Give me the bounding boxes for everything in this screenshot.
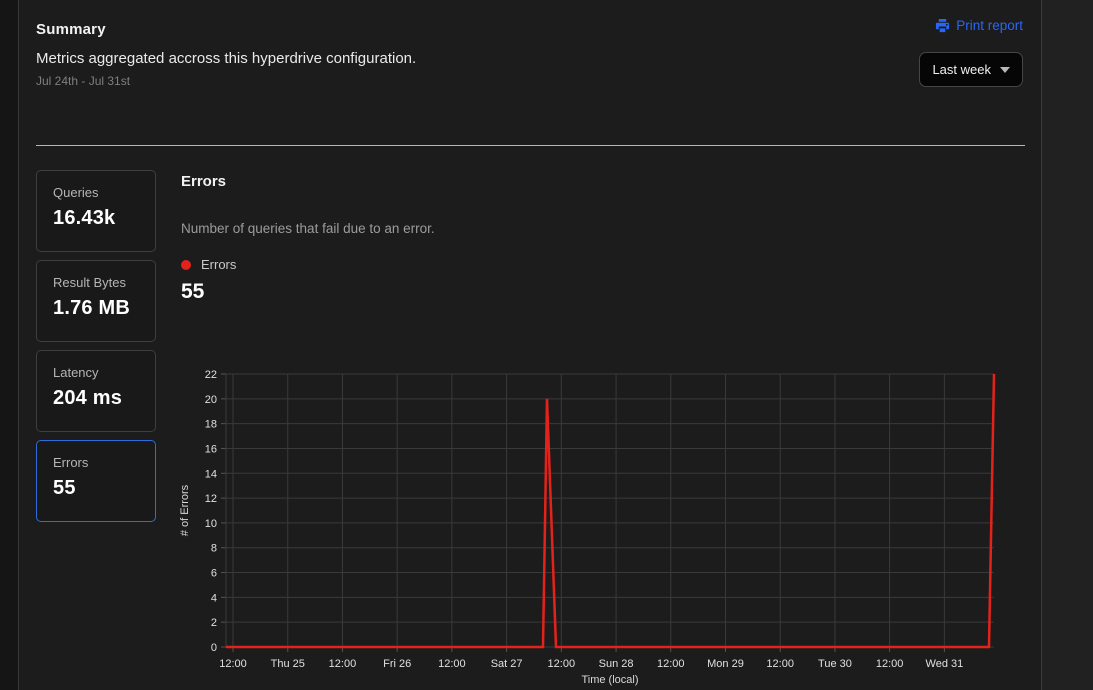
svg-text:Sun 28: Sun 28 xyxy=(599,658,634,670)
time-range-value: Last week xyxy=(932,62,991,77)
legend-dot-icon xyxy=(181,259,191,270)
svg-text:12: 12 xyxy=(205,493,217,505)
metric-description: Number of queries that fail due to an er… xyxy=(181,221,435,236)
y-axis-label: # of Errors xyxy=(179,484,191,536)
svg-text:8: 8 xyxy=(211,543,217,555)
svg-text:Tue 30: Tue 30 xyxy=(818,658,852,670)
svg-text:16: 16 xyxy=(205,443,217,455)
legend-label: Errors xyxy=(201,257,237,272)
svg-text:12:00: 12:00 xyxy=(548,658,576,670)
page-title: Summary xyxy=(36,21,106,38)
svg-text:6: 6 xyxy=(211,568,217,580)
print-report-label: Print report xyxy=(956,18,1023,33)
stat-label: Result Bytes xyxy=(53,275,126,290)
stat-value: 204 ms xyxy=(53,387,123,409)
svg-text:20: 20 xyxy=(205,394,217,406)
chart-gridlines xyxy=(221,373,994,652)
header-divider xyxy=(36,145,1025,146)
svg-text:Sat 27: Sat 27 xyxy=(491,658,523,670)
x-axis-label: Time (local) xyxy=(581,674,638,686)
stat-value: 16.43k xyxy=(53,207,116,229)
stat-label: Queries xyxy=(53,185,99,200)
svg-text:14: 14 xyxy=(205,468,217,480)
metric-total-value: 55 xyxy=(181,280,205,303)
svg-text:18: 18 xyxy=(205,419,217,431)
svg-text:22: 22 xyxy=(205,369,217,381)
stat-card-result-bytes[interactable]: Result Bytes 1.76 MB xyxy=(36,260,156,342)
metric-title: Errors xyxy=(181,173,227,190)
stat-label: Latency xyxy=(53,365,99,380)
chevron-down-icon xyxy=(1000,66,1010,73)
svg-text:12:00: 12:00 xyxy=(657,658,685,670)
printer-icon xyxy=(935,18,950,33)
svg-text:12:00: 12:00 xyxy=(219,658,247,670)
time-range-selector[interactable]: Last week xyxy=(919,52,1023,87)
svg-text:2: 2 xyxy=(211,617,217,629)
print-report-link[interactable]: Print report xyxy=(935,18,1023,33)
svg-text:Fri 26: Fri 26 xyxy=(383,658,411,670)
svg-text:12:00: 12:00 xyxy=(766,658,794,670)
svg-text:10: 10 xyxy=(205,518,217,530)
stat-value: 1.76 MB xyxy=(53,297,130,319)
errors-line-chart[interactable]: 0 2 4 6 8 10 12 14 16 18 20 22 12:00 Thu 25 12:00 Fri 2… xyxy=(179,362,1019,690)
stat-card-latency[interactable]: Latency 204 ms xyxy=(36,350,156,432)
svg-text:Mon 29: Mon 29 xyxy=(707,658,744,670)
svg-text:4: 4 xyxy=(211,592,217,604)
svg-text:12:00: 12:00 xyxy=(438,658,466,670)
stat-card-queries[interactable]: Queries 16.43k xyxy=(36,170,156,252)
page-description: Metrics aggregated accross this hyperdri… xyxy=(36,50,417,67)
svg-text:12:00: 12:00 xyxy=(329,658,357,670)
stat-label: Errors xyxy=(53,455,89,470)
svg-text:Thu 25: Thu 25 xyxy=(271,658,305,670)
svg-text:Wed 31: Wed 31 xyxy=(926,658,964,670)
stat-card-errors[interactable]: Errors 55 xyxy=(36,440,156,522)
stat-value: 55 xyxy=(53,477,76,499)
date-range-label: Jul 24th - Jul 31st xyxy=(36,74,131,88)
svg-text:12:00: 12:00 xyxy=(876,658,904,670)
series-line-errors xyxy=(226,373,996,649)
right-gutter xyxy=(1042,0,1093,690)
summary-panel: Summary Metrics aggregated accross this … xyxy=(18,0,1042,690)
legend-item-errors[interactable]: Errors xyxy=(181,257,236,272)
svg-text:0: 0 xyxy=(211,642,217,654)
